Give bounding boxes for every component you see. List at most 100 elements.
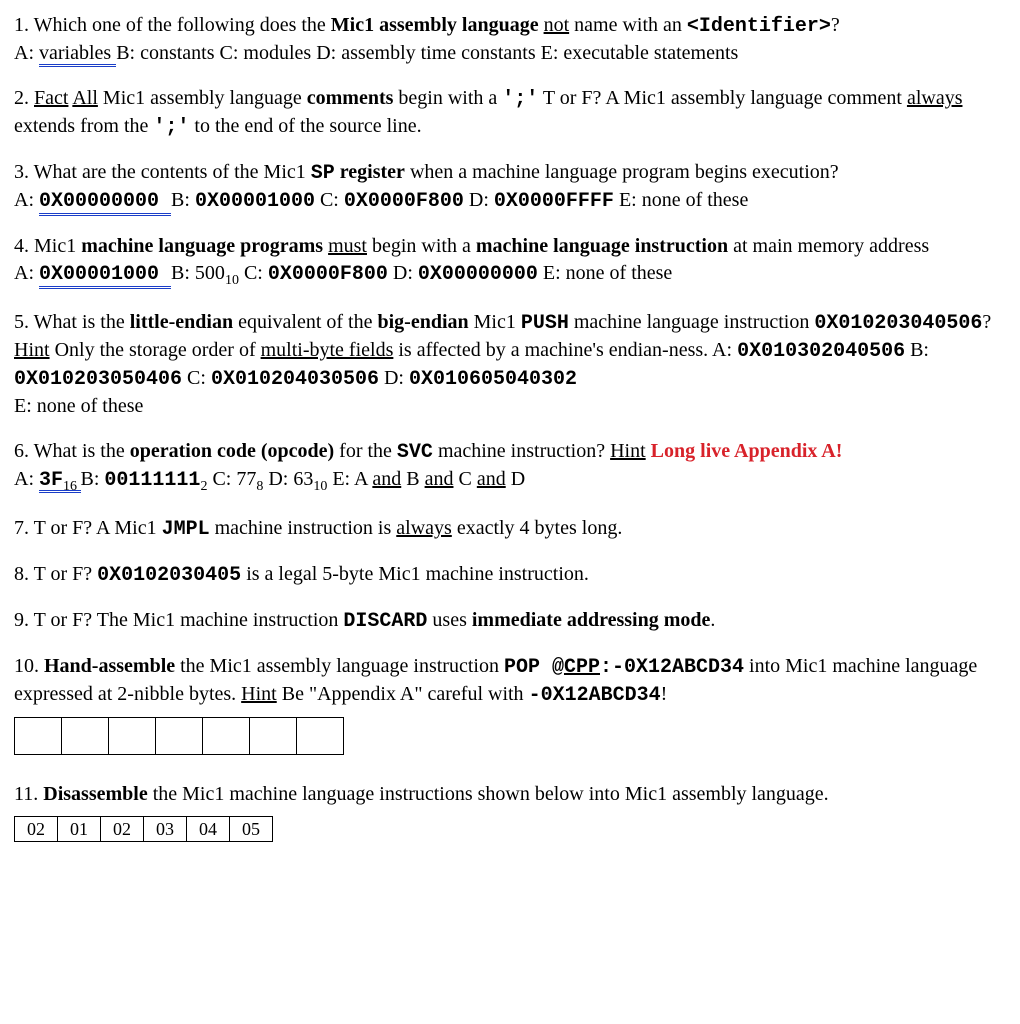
question-7: 7. T or F? A Mic1 JMPL machine instructi… <box>14 515 1006 543</box>
question-1: 1. Which one of the following does the M… <box>14 12 1006 67</box>
q3-t3: when a machine language program begins e… <box>405 161 839 183</box>
q6-b: B: <box>81 468 105 490</box>
q1-a-label: A: <box>14 42 39 64</box>
q4-cv: 0X0000F800 <box>268 263 388 286</box>
q5-hint: Hint <box>14 339 50 361</box>
q5-code1: 0X010203040506 <box>814 312 982 335</box>
q4-a: A: <box>14 262 39 284</box>
answer-box[interactable] <box>155 717 203 755</box>
answer-box[interactable] <box>296 717 344 755</box>
q4-bsub: 10 <box>225 273 239 288</box>
q3-num: 3. <box>14 161 29 183</box>
q2-semi1: ';' <box>502 88 538 111</box>
q7-t2: machine instruction is <box>210 517 397 539</box>
q9-t3: . <box>710 609 715 631</box>
q6-av1: 3F <box>39 469 63 492</box>
q10-t5: Be "Appendix A" careful with <box>277 683 529 705</box>
q5-t6: machine language instruction <box>569 311 814 333</box>
q1-rest: B: constants C: modules D: assembly time… <box>116 42 738 64</box>
q2-always: always <box>907 87 963 109</box>
q4-mli: machine language instruction <box>476 235 728 257</box>
q10-hand: Hand-assemble <box>44 655 175 677</box>
q7-t3: exactly 4 bytes long. <box>452 517 623 539</box>
q10-num: 10. <box>14 655 39 677</box>
q3-b: B: <box>171 189 195 211</box>
q5-e: E: none of these <box>14 395 143 417</box>
q4-b: B: 500 <box>171 262 225 284</box>
question-4: 4. Mic1 machine language programs must b… <box>14 233 1006 291</box>
q4-must: must <box>328 235 367 257</box>
q9-num: 9. <box>14 609 29 631</box>
q5-t8: Only the storage order of <box>50 339 261 361</box>
q8-code: 0X0102030405 <box>97 564 241 587</box>
q4-dv: 0X00000000 <box>418 263 538 286</box>
q6-opcode: operation code (opcode) <box>130 440 334 462</box>
q3-cv: 0X0000F800 <box>344 190 464 213</box>
answer-box[interactable] <box>108 717 156 755</box>
q5-bv: 0X010203050406 <box>14 368 182 391</box>
question-5: 5. What is the little-endian equivalent … <box>14 309 1006 420</box>
byte-box: 05 <box>229 816 273 842</box>
answer-box[interactable] <box>202 717 250 755</box>
q2-t8: to the end of the source line. <box>189 115 421 137</box>
answer-box[interactable] <box>249 717 297 755</box>
q4-d: D: <box>388 262 418 284</box>
q9-imm: immediate addressing mode <box>472 609 711 631</box>
q4-num: 4. <box>14 235 29 257</box>
q5-le: little-endian <box>130 311 233 333</box>
q5-b: B: <box>905 339 929 361</box>
answer-box[interactable] <box>61 717 109 755</box>
q6-and2: and <box>425 468 454 490</box>
byte-box: 04 <box>186 816 230 842</box>
q6-bv: 00111111 <box>104 469 200 492</box>
q4-e: E: none of these <box>538 262 672 284</box>
q2-semi2: ';' <box>153 116 189 139</box>
q3-c: C: <box>315 189 344 211</box>
q4-a-ans: 0X00001000 <box>39 263 171 289</box>
q5-t7: ? <box>982 311 991 333</box>
q1-bold: Mic1 assembly language <box>331 14 539 36</box>
q9-t1: T or F? The Mic1 machine instruction <box>29 609 343 631</box>
q6-e4: D <box>506 468 525 490</box>
q8-num: 8. <box>14 563 29 585</box>
byte-box: 03 <box>143 816 187 842</box>
q5-push: PUSH <box>521 312 569 335</box>
q5-dv: 0X010605040302 <box>409 368 577 391</box>
q4-t6: at main memory address <box>728 235 929 257</box>
q3-e: E: none of these <box>614 189 748 211</box>
q2-t3: Mic1 assembly language <box>98 87 307 109</box>
q7-jmpl: JMPL <box>162 518 210 541</box>
q5-num: 5. <box>14 311 29 333</box>
q8-t2: is a legal 5-byte Mic1 machine instructi… <box>241 563 589 585</box>
q9-discard: DISCARD <box>343 610 427 633</box>
q5-t3: equivalent of the <box>233 311 377 333</box>
q2-fact: Fact <box>34 87 68 109</box>
q4-t1: Mic1 <box>29 235 81 257</box>
q10-t6: ! <box>661 683 668 705</box>
q6-e3: C <box>453 468 476 490</box>
byte-box: 02 <box>14 816 58 842</box>
q6-asub: 16 <box>63 479 81 494</box>
q3-t1: What are the contents of the Mic1 <box>29 161 311 183</box>
q7-t1: T or F? A Mic1 <box>29 517 162 539</box>
q7-always: always <box>396 517 452 539</box>
q6-t1: What is the <box>29 440 130 462</box>
answer-box[interactable] <box>14 717 62 755</box>
q3-bv: 0X00001000 <box>195 190 315 213</box>
q3-a: A: <box>14 189 39 211</box>
question-8: 8. T or F? 0X0102030405 is a legal 5-byt… <box>14 561 1006 589</box>
q6-red: Long live Appendix A! <box>651 440 843 462</box>
q9-t2: uses <box>427 609 471 631</box>
q5-multi: multi-byte fields <box>261 339 394 361</box>
q5-t1: What is the <box>29 311 130 333</box>
q5-d: D: <box>379 367 409 389</box>
q5-cv: 0X010204030506 <box>211 368 379 391</box>
byte-box: 02 <box>100 816 144 842</box>
q6-t4: machine instruction? <box>433 440 610 462</box>
q10-cpp: CPP <box>564 656 600 679</box>
q11-t3: the Mic1 machine language instructions s… <box>148 783 829 805</box>
q5-t9: is affected by a machine's endian-ness. … <box>393 339 737 361</box>
q7-num: 7. <box>14 517 29 539</box>
q5-c: C: <box>182 367 211 389</box>
q11-instruction-boxes: 02 01 02 03 04 05 <box>14 816 1006 842</box>
